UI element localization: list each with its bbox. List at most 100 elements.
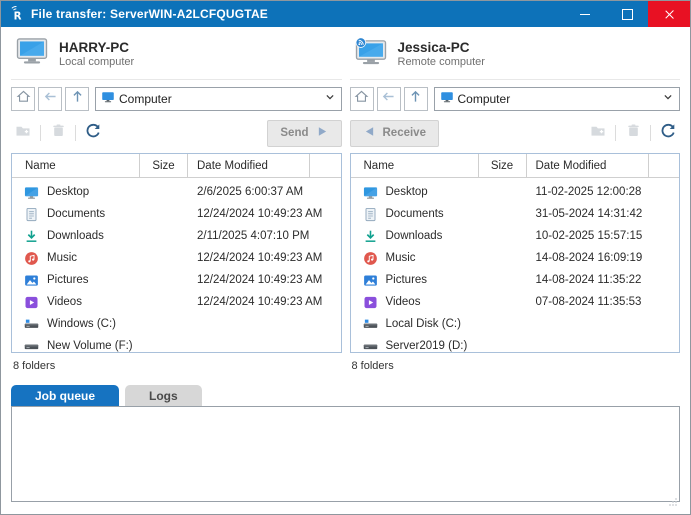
maximize-button[interactable] — [606, 1, 648, 27]
remote-path-text: Computer — [458, 92, 662, 106]
file-row[interactable]: Windows (C:) — [12, 313, 341, 335]
local-new-folder-button[interactable] — [11, 121, 35, 145]
chevron-down-icon — [661, 90, 675, 109]
file-name: Windows (C:) — [47, 318, 116, 330]
close-button[interactable] — [648, 1, 690, 27]
file-row[interactable]: New Volume (F:) — [12, 335, 341, 352]
column-header-date-modified[interactable]: Date Modified — [188, 154, 310, 177]
file-row[interactable]: Pictures 14-08-2024 11:35:22 — [351, 269, 680, 291]
remote-up-button[interactable] — [404, 87, 428, 111]
videos-icon — [363, 295, 378, 310]
drive-windows-icon — [24, 317, 39, 332]
receive-button[interactable]: Receive — [350, 120, 439, 147]
file-row[interactable]: Desktop 2/6/2025 6:00:37 AM — [12, 181, 341, 203]
videos-icon — [24, 295, 39, 310]
remote-delete-button[interactable] — [621, 121, 645, 145]
music-icon — [24, 251, 39, 266]
tab-logs[interactable]: Logs — [125, 385, 202, 406]
remote-computer-icon — [354, 37, 388, 71]
local-address-bar: Computer — [11, 87, 342, 111]
local-path-combobox[interactable]: Computer — [95, 87, 342, 111]
music-icon — [363, 251, 378, 266]
file-name: Pictures — [386, 274, 428, 286]
column-header-size[interactable]: Size — [479, 154, 527, 177]
desktop-icon — [24, 185, 39, 200]
chevron-down-icon — [323, 90, 337, 109]
file-date: 10-02-2025 15:57:15 — [527, 230, 649, 242]
local-delete-button[interactable] — [46, 121, 70, 145]
svg-text:R: R — [14, 11, 22, 22]
tab-job-queue[interactable]: Job queue — [11, 385, 119, 406]
file-date: 14-08-2024 11:35:22 — [527, 274, 649, 286]
drive-icon — [24, 339, 39, 353]
file-date: 14-08-2024 16:09:19 — [527, 252, 649, 264]
local-panel: HARRY-PC Local computer — [11, 33, 342, 372]
column-header-date-modified[interactable]: Date Modified — [527, 154, 649, 177]
local-refresh-button[interactable] — [81, 121, 105, 145]
refresh-icon — [660, 123, 676, 144]
home-button[interactable] — [11, 87, 35, 111]
app-logo-icon: R — [9, 6, 25, 22]
remote-address-bar: Computer — [350, 87, 681, 111]
minimize-button[interactable] — [564, 1, 606, 27]
file-row[interactable]: Music 14-08-2024 16:09:19 — [351, 247, 680, 269]
file-row[interactable]: Music 12/24/2024 10:49:23 AM — [12, 247, 341, 269]
file-name: Videos — [47, 296, 82, 308]
back-button[interactable] — [38, 87, 62, 111]
file-name: Pictures — [47, 274, 89, 286]
file-row[interactable]: Downloads 10-02-2025 15:57:15 — [351, 225, 680, 247]
bottom-tabs: Job queue Logs — [11, 385, 680, 406]
file-date: 12/24/2024 10:49:23 AM — [188, 296, 310, 308]
up-arrow-icon — [70, 89, 85, 109]
file-row[interactable]: Videos 12/24/2024 10:49:23 AM — [12, 291, 341, 313]
file-row[interactable]: Desktop 11-02-2025 12:00:28 — [351, 181, 680, 203]
file-date: 11-02-2025 12:00:28 — [527, 186, 649, 198]
file-row[interactable]: Downloads 2/11/2025 4:07:10 PM — [12, 225, 341, 247]
pictures-icon — [363, 273, 378, 288]
new-folder-icon — [590, 123, 606, 144]
remote-list-header: Name Size Date Modified — [351, 154, 680, 178]
file-row[interactable]: Server2019 (D:) — [351, 335, 680, 352]
home-icon — [16, 89, 31, 109]
documents-icon — [24, 207, 39, 222]
trash-icon — [626, 123, 641, 143]
file-name: Desktop — [386, 186, 428, 198]
local-list-header: Name Size Date Modified — [12, 154, 341, 178]
file-date: 12/24/2024 10:49:23 AM — [188, 252, 310, 264]
remote-path-combobox[interactable]: Computer — [434, 87, 681, 111]
downloads-icon — [24, 229, 39, 244]
remote-home-button[interactable] — [350, 87, 374, 111]
file-name: Downloads — [47, 230, 104, 242]
desktop-icon — [363, 185, 378, 200]
file-name: Downloads — [386, 230, 443, 242]
remote-back-button[interactable] — [377, 87, 401, 111]
titlebar: R File transfer: ServerWIN-A2LCFQUGTAE — [1, 1, 690, 27]
remote-new-folder-button[interactable] — [586, 121, 610, 145]
column-header-name[interactable]: Name — [351, 154, 479, 177]
file-name: Local Disk (C:) — [386, 318, 461, 330]
file-name: Desktop — [47, 186, 89, 198]
remote-refresh-button[interactable] — [656, 121, 680, 145]
remote-status-text: 8 folders — [350, 360, 681, 372]
back-arrow-icon — [381, 89, 396, 109]
column-header-size[interactable]: Size — [140, 154, 188, 177]
local-file-list-body: Desktop 2/6/2025 6:00:37 AM Documents 12… — [12, 178, 341, 352]
file-row[interactable]: Videos 07-08-2024 11:35:53 — [351, 291, 680, 313]
receive-arrow-icon — [363, 125, 376, 141]
column-header-name[interactable]: Name — [12, 154, 140, 177]
close-icon — [664, 9, 675, 20]
resize-grip-icon[interactable] — [668, 494, 678, 512]
up-arrow-icon — [408, 89, 423, 109]
file-date: 31-05-2024 14:31:42 — [527, 208, 649, 220]
file-row[interactable]: Documents 12/24/2024 10:49:23 AM — [12, 203, 341, 225]
file-name: Music — [47, 252, 77, 264]
up-button[interactable] — [65, 87, 89, 111]
file-row[interactable]: Pictures 12/24/2024 10:49:23 AM — [12, 269, 341, 291]
file-row[interactable]: Local Disk (C:) — [351, 313, 680, 335]
send-button[interactable]: Send — [267, 120, 341, 147]
computer-glyph-icon — [440, 90, 454, 109]
window-title: File transfer: ServerWIN-A2LCFQUGTAE — [31, 7, 268, 21]
remote-computer-name: Jessica-PC — [398, 40, 485, 57]
file-row[interactable]: Documents 31-05-2024 14:31:42 — [351, 203, 680, 225]
local-computer-header: HARRY-PC Local computer — [11, 33, 342, 80]
